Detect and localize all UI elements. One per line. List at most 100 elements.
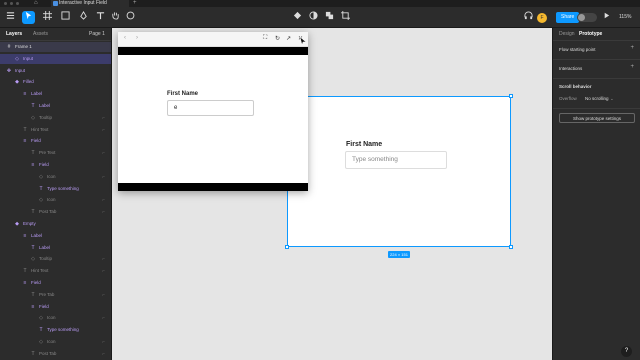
window-minimize-dot[interactable]: [10, 2, 13, 5]
layer-row[interactable]: T Label: [0, 243, 111, 253]
layer-name: Tooltip: [39, 256, 53, 262]
pen-tool-icon[interactable]: [77, 11, 90, 24]
visibility-toggle-icon[interactable]: ⌐: [102, 172, 105, 182]
window-zoom-dot[interactable]: [16, 2, 19, 5]
visibility-toggle-icon[interactable]: ⌐: [102, 266, 105, 276]
visibility-toggle-icon[interactable]: ⌐: [102, 349, 105, 359]
layer-row[interactable]: ≡ Field: [0, 278, 111, 288]
layer-row[interactable]: ◆ Empty: [0, 219, 111, 229]
right-panel-tabs: Design Prototype: [553, 28, 640, 41]
layer-row[interactable]: # Frame 1: [0, 42, 111, 52]
divider: [553, 59, 640, 60]
home-icon[interactable]: ⌂: [34, 0, 38, 7]
layer-name: Frame 1: [15, 44, 32, 49]
layer-name: Hint Text: [31, 268, 49, 274]
dev-mode-toggle[interactable]: [577, 13, 597, 22]
preview-text-input[interactable]: e: [167, 100, 254, 116]
fit-icon[interactable]: ⛶: [263, 35, 267, 42]
resize-handle-bottom-right[interactable]: [509, 245, 513, 249]
file-tab[interactable]: Interactive Input Field: [51, 0, 129, 7]
back-arrow-icon[interactable]: ‹: [124, 35, 126, 41]
layer-row[interactable]: ◇ Icon ⌐: [0, 172, 111, 182]
user-avatar[interactable]: F: [537, 13, 547, 23]
layer-row[interactable]: ◆ Filled: [0, 77, 111, 87]
visibility-toggle-icon[interactable]: ⌐: [102, 195, 105, 205]
layer-row[interactable]: T Post Tab ⌐: [0, 207, 111, 217]
layer-row[interactable]: ◇ Icon ⌐: [0, 337, 111, 347]
visibility-toggle-icon[interactable]: ⌐: [102, 207, 105, 217]
layer-row[interactable]: ≡ Field: [0, 136, 111, 146]
layer-type-icon: T: [31, 291, 35, 298]
overflow-select[interactable]: No scrolling: [585, 96, 609, 101]
window-close-dot[interactable]: [4, 2, 7, 5]
zoom-level[interactable]: 115%: [619, 14, 631, 20]
open-new-icon[interactable]: ↗: [286, 35, 291, 42]
add-flow-icon[interactable]: +: [630, 45, 634, 51]
layer-row[interactable]: T Label: [0, 101, 111, 111]
layer-row[interactable]: ≡ Label: [0, 89, 111, 99]
restart-icon[interactable]: ↻: [275, 35, 280, 42]
component-icon[interactable]: [291, 11, 304, 24]
layer-row[interactable]: T Pre Tab ⌐: [0, 290, 111, 300]
layer-row[interactable]: ◇ Icon ⌐: [0, 195, 111, 205]
frame-tool-icon[interactable]: [41, 11, 54, 24]
layer-row[interactable]: T Type something: [0, 325, 111, 335]
add-interaction-icon[interactable]: +: [630, 64, 634, 70]
layer-row[interactable]: ◇ Icon ⌐: [0, 313, 111, 323]
layer-row[interactable]: T Hint Text ⌐: [0, 266, 111, 276]
move-tool-icon[interactable]: [22, 11, 35, 24]
layer-row[interactable]: T Type something: [0, 184, 111, 194]
forward-arrow-icon[interactable]: ›: [136, 35, 138, 41]
visibility-toggle-icon[interactable]: ⌐: [102, 290, 105, 300]
hand-tool-icon[interactable]: [109, 11, 122, 24]
divider: [553, 108, 640, 109]
layer-name: Field: [31, 138, 41, 144]
layer-row[interactable]: ◇ Tooltip ⌐: [0, 254, 111, 264]
tab-layers[interactable]: Layers: [6, 31, 22, 37]
layer-row[interactable]: ✥ Input: [0, 66, 111, 76]
visibility-toggle-icon[interactable]: ⌐: [102, 337, 105, 347]
boolean-icon[interactable]: [323, 11, 336, 24]
canvas-text-input[interactable]: Type something: [345, 151, 447, 169]
layer-row[interactable]: T Hint Text ⌐: [0, 125, 111, 135]
layer-name: Field: [31, 280, 41, 285]
layer-type-icon: T: [31, 209, 35, 216]
share-button[interactable]: Share: [556, 12, 580, 23]
resize-handle-top-right[interactable]: [509, 94, 513, 98]
visibility-toggle-icon[interactable]: ⌐: [102, 125, 105, 135]
layer-row[interactable]: ◇ Input: [0, 53, 111, 64]
headphones-icon[interactable]: [522, 11, 535, 24]
visibility-toggle-icon[interactable]: ⌐: [102, 148, 105, 158]
help-button[interactable]: ?: [621, 346, 632, 357]
layer-row[interactable]: T Pre Text ⌐: [0, 148, 111, 158]
layer-row[interactable]: T Post Tab ⌐: [0, 349, 111, 359]
visibility-toggle-icon[interactable]: ⌐: [102, 113, 105, 123]
new-tab-icon[interactable]: +: [133, 0, 137, 7]
mask-icon[interactable]: [307, 11, 320, 24]
layer-row[interactable]: ≡ Field: [0, 302, 111, 312]
layer-name: Type something: [47, 185, 79, 191]
chevron-down-icon[interactable]: ⌄: [610, 96, 614, 102]
layer-type-icon: ≡: [23, 138, 27, 145]
layer-row[interactable]: ◇ Tooltip ⌐: [0, 113, 111, 123]
tab-prototype[interactable]: Prototype: [579, 31, 602, 37]
shape-tool-icon[interactable]: [59, 11, 72, 24]
resize-handle-bottom-left[interactable]: [285, 245, 289, 249]
visibility-toggle-icon[interactable]: ⌐: [102, 313, 105, 323]
crop-icon[interactable]: [339, 11, 352, 24]
page-selector[interactable]: Page 1: [89, 31, 105, 37]
present-icon[interactable]: [600, 11, 613, 24]
divider: [553, 78, 640, 79]
tab-design[interactable]: Design: [559, 31, 575, 37]
comment-tool-icon[interactable]: [124, 11, 137, 24]
visibility-toggle-icon[interactable]: ⌐: [102, 254, 105, 264]
layer-type-icon: ◇: [39, 197, 43, 204]
text-tool-icon[interactable]: [94, 11, 107, 24]
layer-name: Tooltip: [39, 114, 53, 120]
canvas-frame-1[interactable]: First Name Type something: [285, 94, 513, 249]
layer-row[interactable]: ≡ Label: [0, 231, 111, 241]
layer-row[interactable]: ≡ Field: [0, 160, 111, 170]
main-menu-icon[interactable]: [4, 11, 17, 24]
tab-assets[interactable]: Assets: [33, 31, 48, 37]
show-prototype-settings-button[interactable]: Show prototype settings: [559, 113, 635, 123]
